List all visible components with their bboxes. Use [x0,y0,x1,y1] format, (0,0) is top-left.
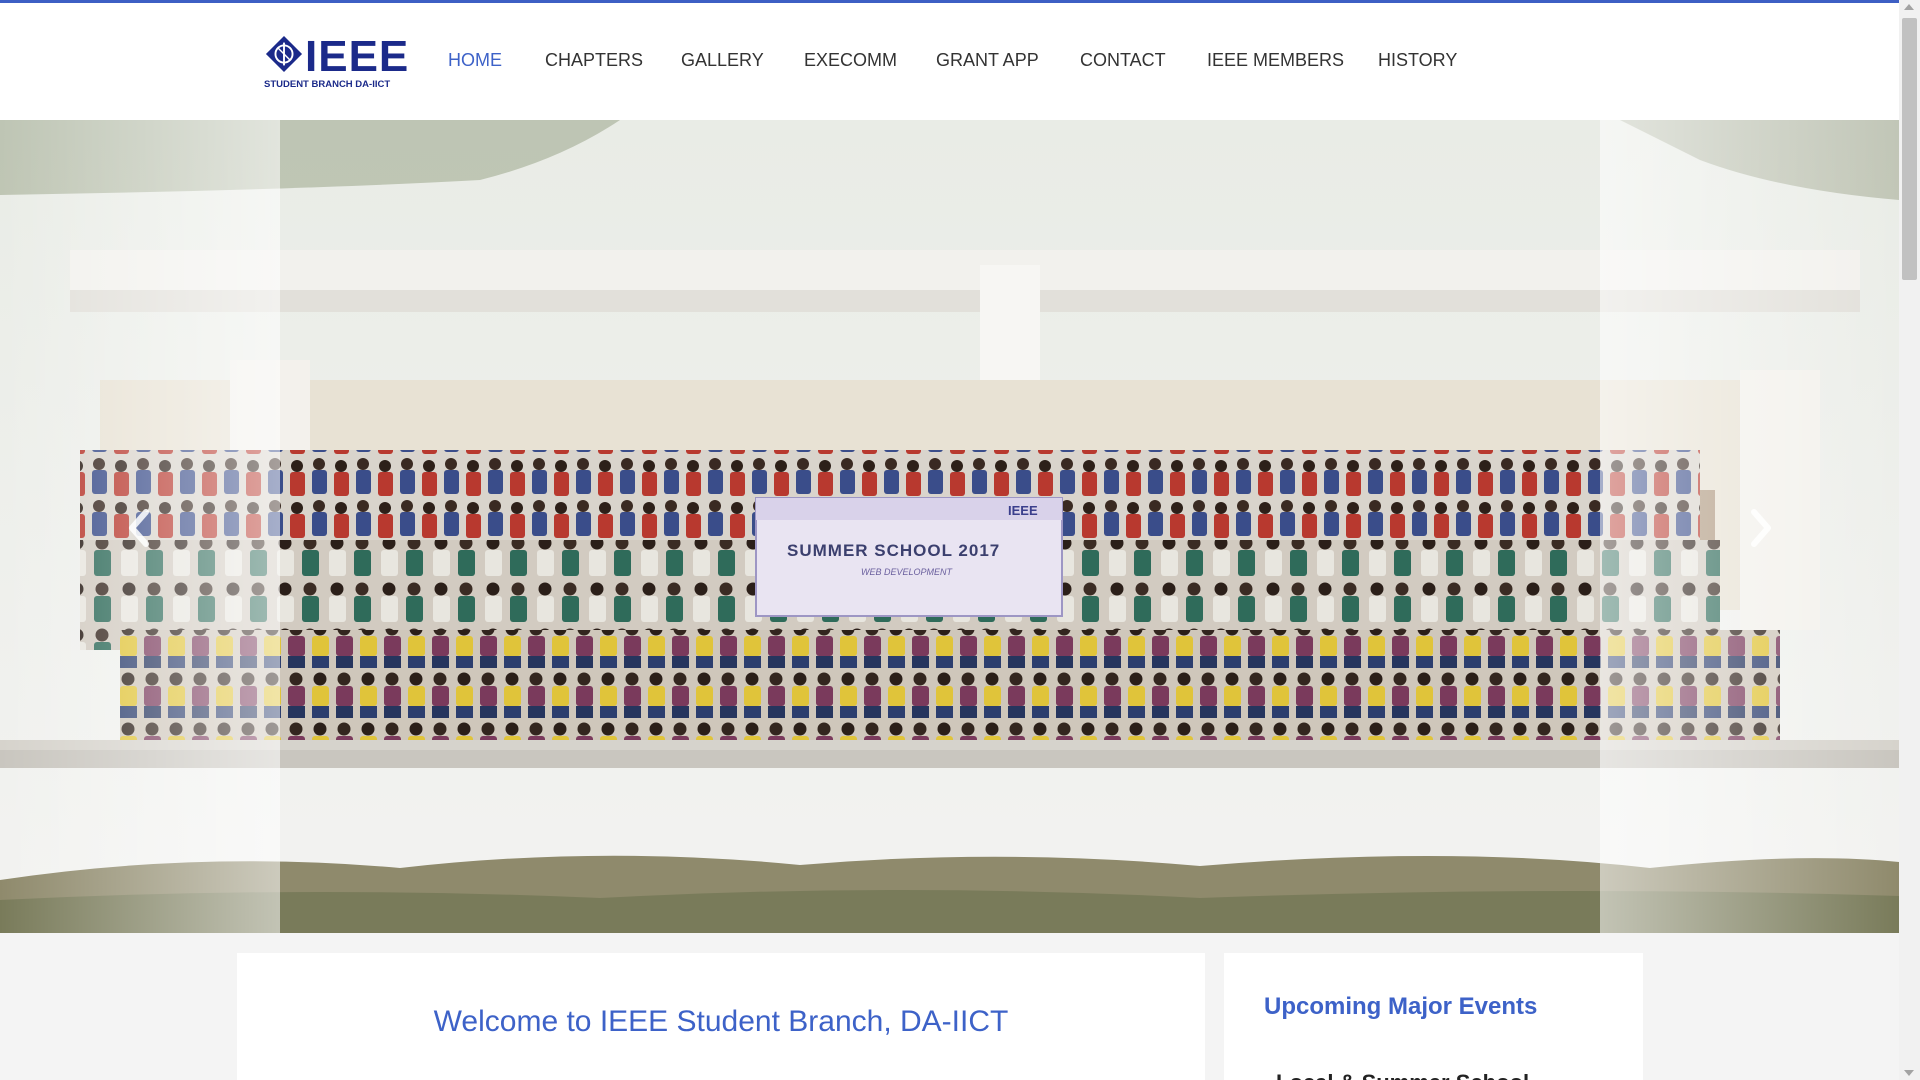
banner-logo-text: IEEE [1008,503,1038,518]
upcoming-event-item[interactable]: Local & Summer School [1276,1070,1529,1080]
navbar: IEEE STUDENT BRANCH DA-IICT HOME CHAPTER… [0,3,1899,120]
nav-chapters[interactable]: CHAPTERS [545,50,643,71]
nav-execomm[interactable]: EXECOMM [804,50,897,71]
nav-history[interactable]: HISTORY [1378,50,1457,71]
carousel-next-button[interactable] [1742,498,1782,558]
ieee-diamond-icon [265,35,303,73]
upcoming-events-title: Upcoming Major Events [1264,993,1538,1020]
nav-ieee-members[interactable]: IEEE MEMBERS [1207,50,1344,71]
logo-subtitle: STUDENT BRANCH DA-IICT [264,79,391,90]
welcome-card: Welcome to IEEE Student Branch, DA-IICT [237,953,1205,1080]
vertical-scrollbar[interactable] [1899,0,1920,1080]
banner-subtitle: WEB DEVELOPMENT [861,567,954,577]
banner-title: SUMMER SCHOOL 2017 [787,541,1000,560]
nav-gallery[interactable]: GALLERY [681,50,764,71]
welcome-heading: Welcome to IEEE Student Branch, DA-IICT [433,1005,1009,1038]
upcoming-events-card: Upcoming Major Events Local & Summer Sch… [1224,953,1643,1080]
hero-group-photo: IEEE SUMMER SCHOOL 2017 WEB DEVELOPMENT [0,120,1899,933]
scroll-up-arrow-icon[interactable] [1904,4,1914,10]
page: IEEE STUDENT BRANCH DA-IICT HOME CHAPTER… [0,0,1899,1080]
nav-contact[interactable]: CONTACT [1080,50,1166,71]
nav-home[interactable]: HOME [448,50,502,71]
logo-wordmark: IEEE [305,32,410,81]
hero-carousel: IEEE SUMMER SCHOOL 2017 WEB DEVELOPMENT [0,120,1899,933]
ieee-logo[interactable]: IEEE STUDENT BRANCH DA-IICT [263,31,408,93]
scroll-thumb[interactable] [1902,18,1917,280]
carousel-prev-button[interactable] [118,498,158,558]
nav-grant-app[interactable]: GRANT APP [936,50,1039,71]
scroll-down-arrow-icon[interactable] [1904,1070,1914,1076]
chevron-right-icon [1751,509,1771,547]
chevron-left-icon [129,509,149,547]
